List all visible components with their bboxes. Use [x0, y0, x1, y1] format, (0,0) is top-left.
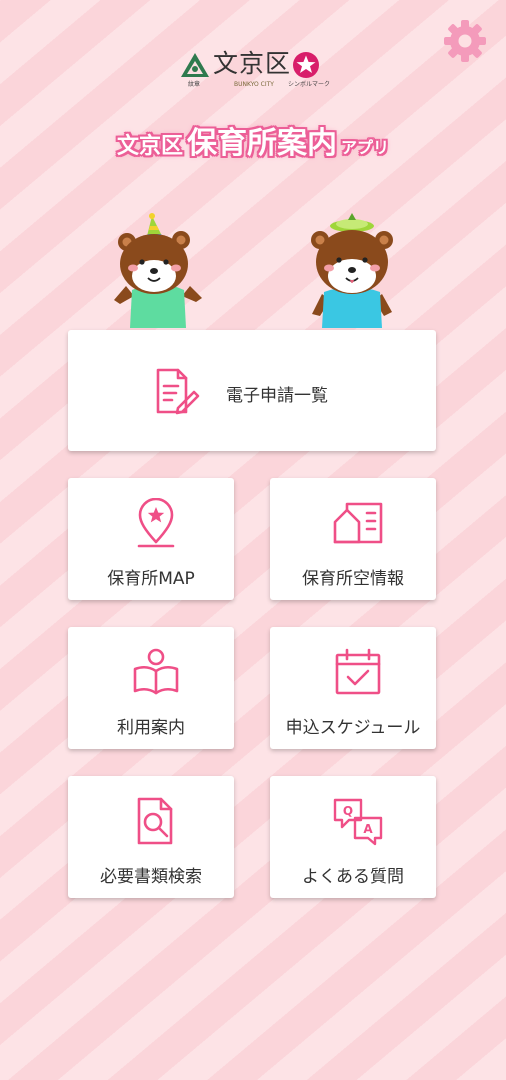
document-search-icon	[137, 797, 173, 845]
building-list-icon	[333, 502, 383, 544]
city-caption: BUNKYO CITY	[234, 81, 274, 88]
application-schedule-button[interactable]: 申込スケジュール	[270, 627, 436, 749]
settings-button[interactable]	[442, 18, 488, 64]
map-pin-star-icon	[137, 498, 175, 548]
vacancy-info-button[interactable]: 保育所空情報	[270, 478, 436, 600]
symbol-caption: シンボルマーク	[288, 81, 331, 88]
app-title: 文京区 保育所案内 アプリ	[0, 118, 506, 168]
gear-icon	[444, 20, 486, 62]
person-reading-icon	[133, 648, 179, 695]
svg-text:Q: Q	[343, 804, 353, 818]
usage-guide-button[interactable]: 利用案内	[68, 627, 234, 749]
city-name: 文京区	[213, 49, 292, 78]
calendar-check-icon	[335, 648, 381, 695]
vacancy-info-label: 保育所空情報	[302, 569, 404, 589]
nursery-map-label: 保育所MAP	[107, 569, 195, 589]
symbol-star-icon	[293, 52, 319, 78]
mascot-right-illustration	[311, 213, 393, 328]
mascot-left-illustration	[114, 213, 202, 328]
required-documents-label: 必要書類検索	[100, 867, 202, 887]
faq-button[interactable]: Q A よくある質問	[270, 776, 436, 898]
app-title-main: 保育所案内	[187, 126, 337, 161]
faq-label: よくある質問	[302, 867, 404, 887]
e-application-list-button[interactable]: 電子申請一覧	[68, 330, 436, 451]
usage-guide-label: 利用案内	[117, 718, 185, 738]
e-application-list-label: 電子申請一覧	[226, 386, 328, 406]
application-schedule-label: 申込スケジュール	[285, 718, 421, 738]
required-documents-button[interactable]: 必要書類検索	[68, 776, 234, 898]
app-title-prefix: 文京区	[116, 134, 183, 159]
app-title-suffix: アプリ	[341, 138, 390, 157]
qa-bubbles-icon: Q A	[333, 798, 383, 846]
city-logo: 文京区 紋章 BUNKYO CITY シンボルマーク	[180, 48, 330, 92]
emblem-caption: 紋章	[188, 81, 201, 88]
svg-text:A: A	[363, 822, 373, 836]
nursery-map-button[interactable]: 保育所MAP	[68, 478, 234, 600]
city-emblem-icon	[181, 53, 209, 77]
document-edit-icon	[156, 368, 200, 415]
